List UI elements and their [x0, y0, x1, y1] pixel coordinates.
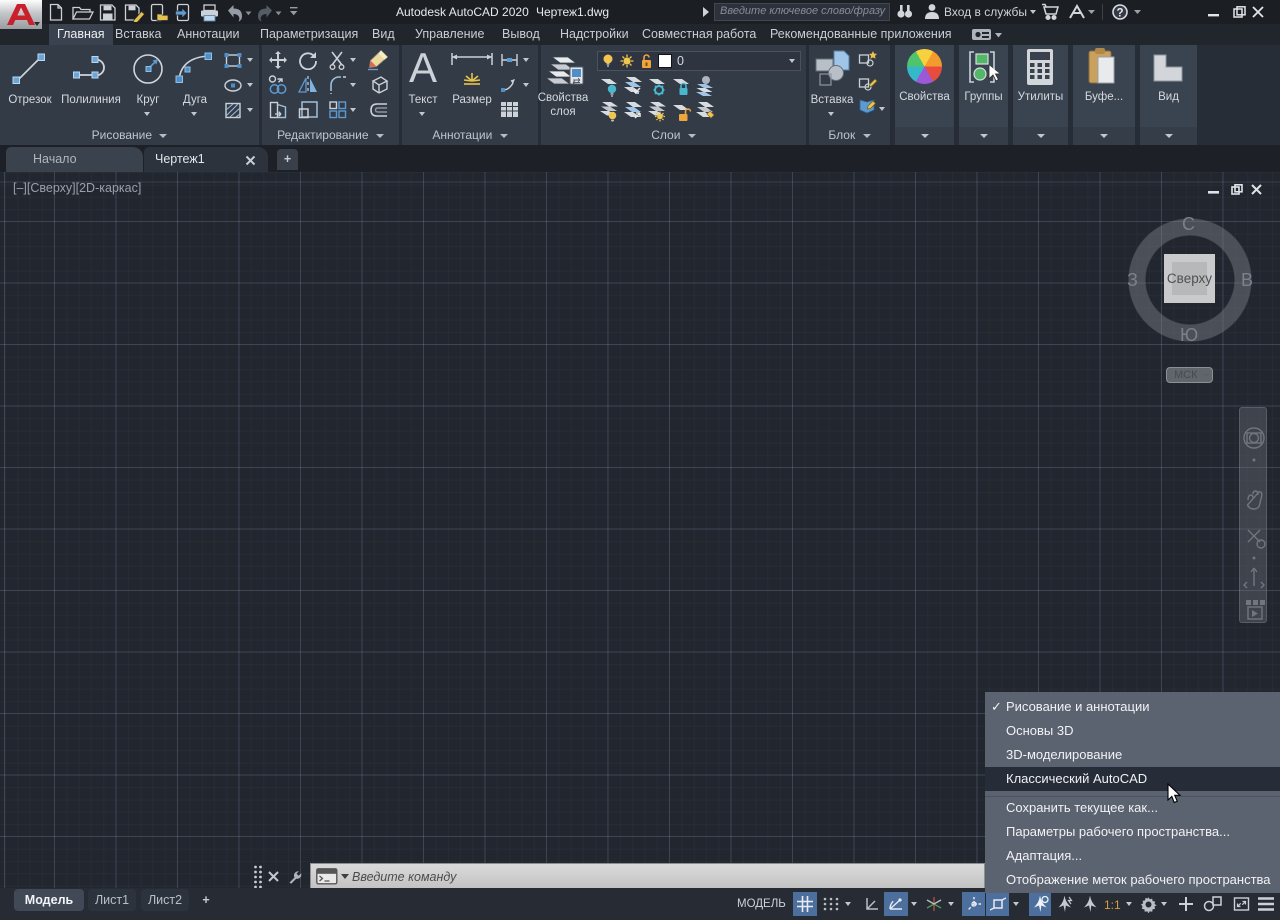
- svg-text:?: ?: [1116, 8, 1123, 20]
